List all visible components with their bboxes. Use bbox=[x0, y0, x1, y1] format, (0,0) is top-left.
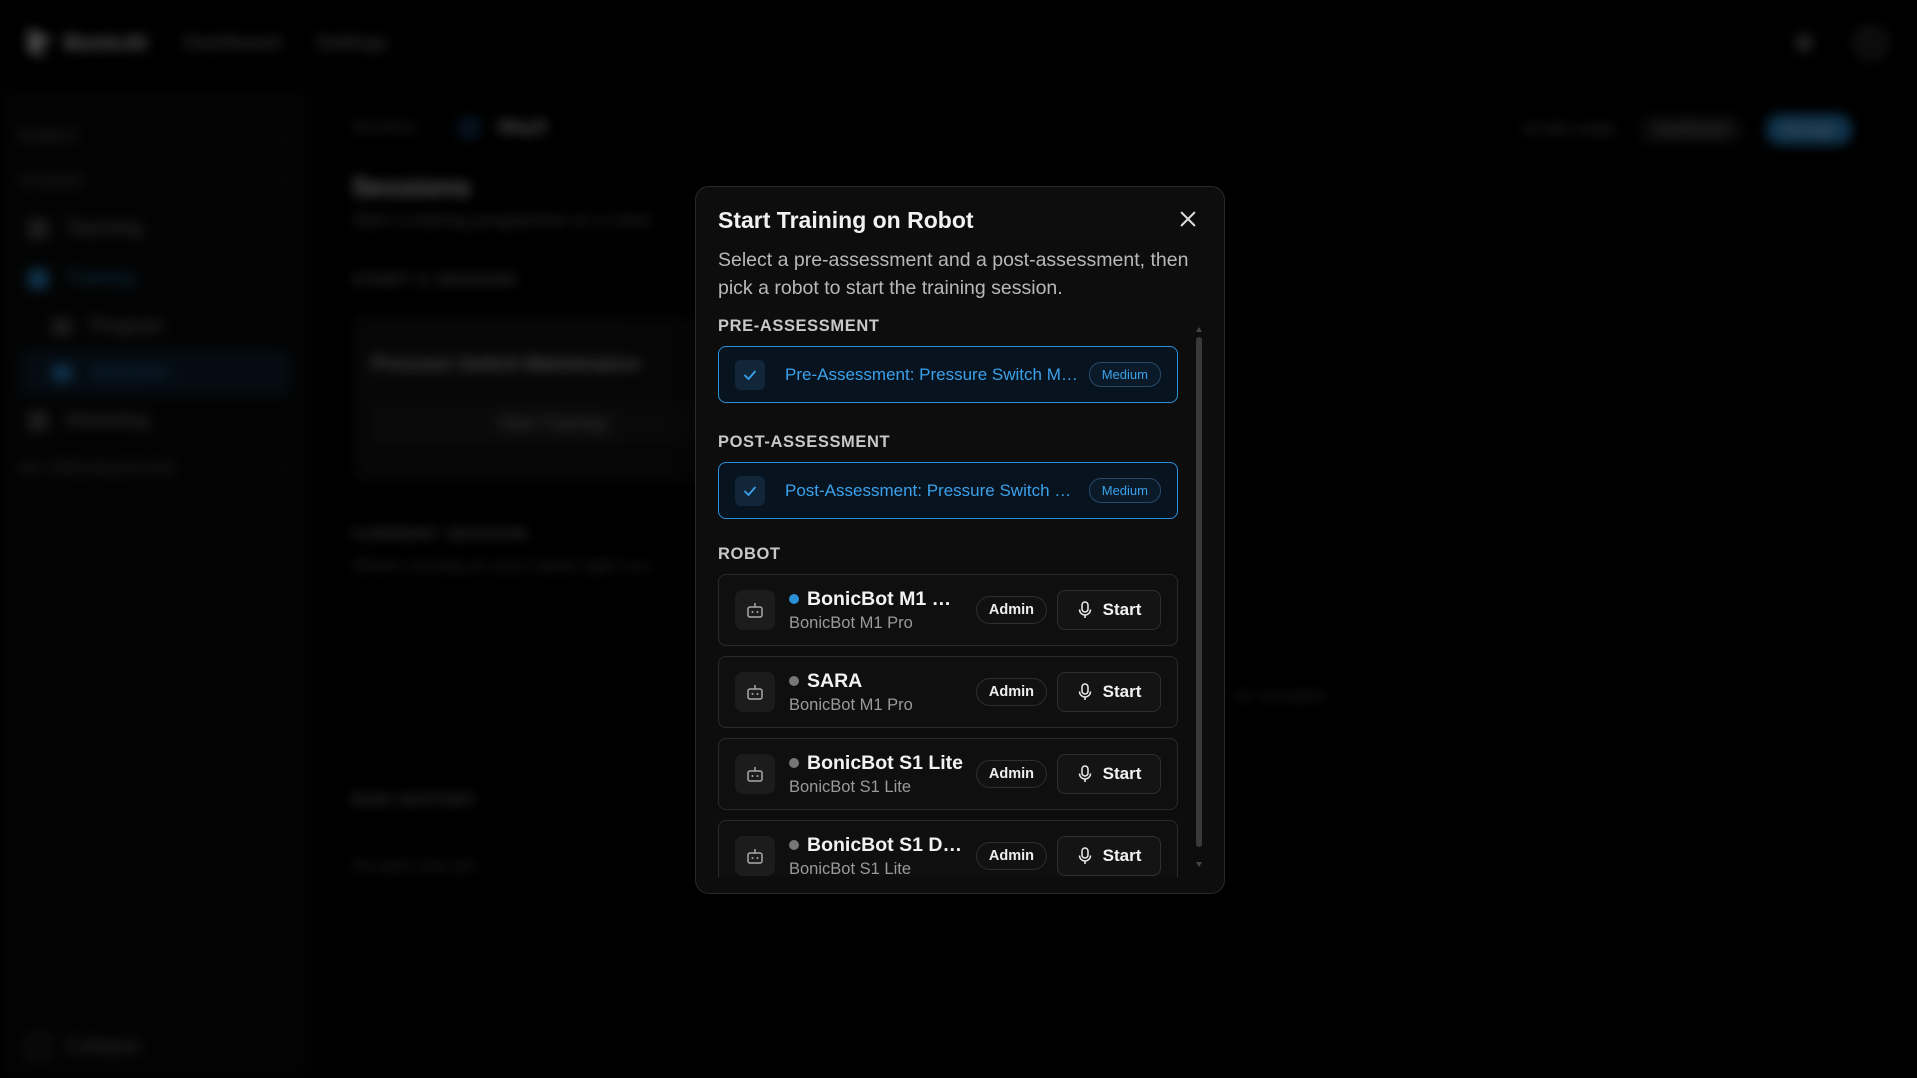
robot-name: BonicBot S1 Lite bbox=[807, 751, 963, 774]
robot-row: BonicBot M1 Pro BonicBot M1 Pro Admin St… bbox=[718, 574, 1178, 646]
robot-model: BonicBot M1 Pro bbox=[789, 695, 913, 714]
robot-row: SARA BonicBot M1 Pro Admin Start bbox=[718, 656, 1178, 728]
start-button[interactable]: Start bbox=[1057, 836, 1161, 876]
robot-name: SARA bbox=[807, 669, 863, 692]
robot-model: BonicBot S1 Lite bbox=[789, 777, 911, 796]
microphone-icon bbox=[1078, 683, 1091, 700]
robot-icon bbox=[735, 754, 775, 794]
difficulty-badge: Medium bbox=[1088, 362, 1161, 387]
microphone-icon bbox=[1078, 765, 1091, 782]
robot-row: BonicBot S1 Demo BonicBot S1 Lite Admin … bbox=[718, 820, 1178, 877]
difficulty-badge: Medium bbox=[1088, 478, 1161, 503]
status-offline-icon bbox=[789, 676, 799, 686]
post-assessment-title: Post-Assessment: Pressure Switch Mainten… bbox=[785, 480, 1081, 500]
robot-name: BonicBot S1 Demo bbox=[807, 833, 963, 856]
scroll-up-icon[interactable] bbox=[1196, 327, 1202, 332]
robot-model: BonicBot S1 Lite bbox=[789, 859, 911, 878]
robot-info: BonicBot S1 Demo BonicBot S1 Lite bbox=[789, 833, 963, 878]
robot-icon bbox=[735, 836, 775, 876]
dialog-scrollbar[interactable] bbox=[1196, 327, 1202, 867]
robot-model: BonicBot M1 Pro bbox=[789, 613, 913, 632]
robot-info: BonicBot S1 Lite BonicBot S1 Lite bbox=[789, 752, 963, 797]
pre-assessment-title: Pre-Assessment: Pressure Switch Maintena… bbox=[785, 364, 1081, 384]
role-badge: Admin bbox=[975, 760, 1047, 788]
dialog-description: Select a pre-assessment and a post-asses… bbox=[718, 249, 1189, 299]
start-button[interactable]: Start bbox=[1057, 590, 1161, 630]
scroll-down-icon[interactable] bbox=[1196, 862, 1202, 867]
microphone-icon bbox=[1078, 847, 1091, 864]
status-online-icon bbox=[789, 594, 799, 604]
start-training-dialog: Start Training on Robot Select a pre-ass… bbox=[695, 186, 1225, 894]
start-button[interactable]: Start bbox=[1057, 754, 1161, 794]
robot-row: BonicBot S1 Lite BonicBot S1 Lite Admin … bbox=[718, 738, 1178, 810]
status-offline-icon bbox=[789, 840, 799, 850]
check-icon bbox=[735, 359, 765, 390]
role-badge: Admin bbox=[975, 678, 1047, 706]
dialog-body: PRE-ASSESSMENT Pre-Assessment: Pressure … bbox=[718, 317, 1188, 877]
close-icon[interactable] bbox=[1178, 209, 1198, 229]
dialog-title: Start Training on Robot bbox=[718, 207, 974, 233]
role-badge: Admin bbox=[975, 842, 1047, 870]
status-offline-icon bbox=[789, 758, 799, 768]
microphone-icon bbox=[1078, 601, 1091, 618]
start-button[interactable]: Start bbox=[1057, 672, 1161, 712]
robot-icon bbox=[735, 672, 775, 712]
robot-info: SARA BonicBot M1 Pro bbox=[789, 670, 963, 715]
robot-info: BonicBot M1 Pro BonicBot M1 Pro bbox=[789, 588, 963, 633]
post-assessment-option[interactable]: Post-Assessment: Pressure Switch Mainten… bbox=[718, 462, 1178, 519]
pre-assessment-option[interactable]: Pre-Assessment: Pressure Switch Maintena… bbox=[718, 346, 1178, 403]
pre-assessment-label: PRE-ASSESSMENT bbox=[718, 317, 880, 335]
robot-icon bbox=[735, 590, 775, 630]
scrollbar-thumb[interactable] bbox=[1196, 337, 1202, 847]
check-icon bbox=[735, 475, 765, 506]
post-assessment-label: POST-ASSESSMENT bbox=[718, 433, 891, 451]
robot-label: ROBOT bbox=[718, 545, 781, 563]
robot-name: BonicBot M1 Pro bbox=[807, 587, 963, 610]
role-badge: Admin bbox=[975, 596, 1047, 624]
